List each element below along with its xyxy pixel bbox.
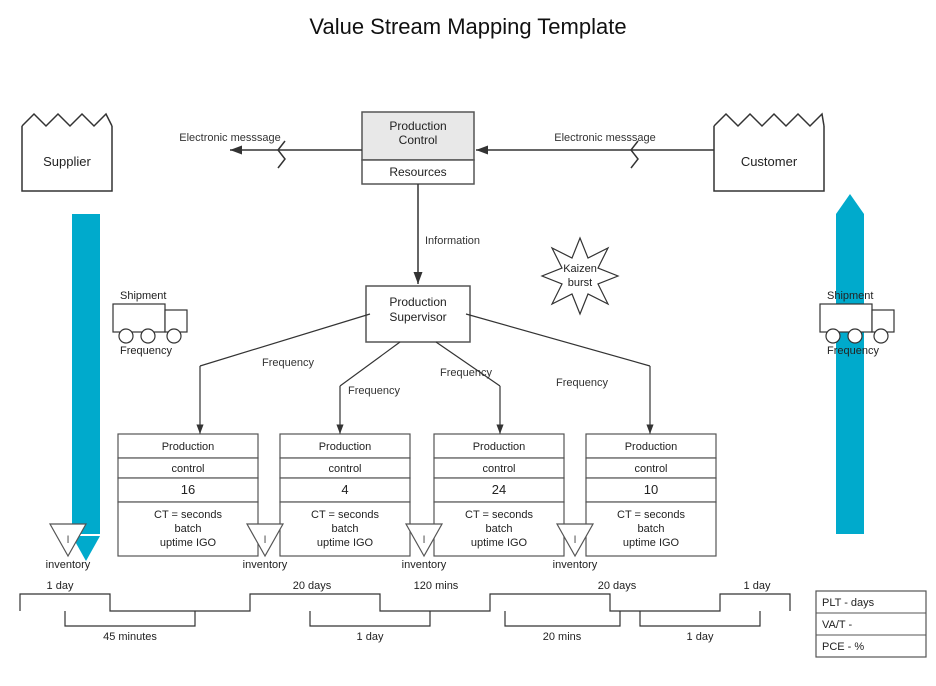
svg-text:Frequency: Frequency bbox=[440, 367, 492, 379]
svg-text:Supervisor: Supervisor bbox=[389, 310, 446, 324]
svg-text:Resources: Resources bbox=[389, 165, 446, 179]
svg-text:24: 24 bbox=[492, 482, 506, 497]
svg-text:control: control bbox=[482, 463, 515, 475]
svg-text:1 day: 1 day bbox=[357, 631, 384, 643]
svg-text:inventory: inventory bbox=[243, 559, 288, 571]
svg-text:I: I bbox=[263, 534, 266, 546]
svg-text:inventory: inventory bbox=[46, 559, 91, 571]
svg-text:uptime IGO: uptime IGO bbox=[471, 537, 528, 549]
svg-text:control: control bbox=[634, 463, 667, 475]
svg-text:Frequency: Frequency bbox=[556, 377, 608, 389]
svg-text:burst: burst bbox=[568, 277, 592, 289]
svg-text:Production: Production bbox=[389, 295, 446, 309]
svg-text:Production: Production bbox=[162, 441, 215, 453]
svg-text:20 days: 20 days bbox=[598, 580, 637, 592]
svg-text:120 mins: 120 mins bbox=[414, 580, 459, 592]
svg-text:Information: Information bbox=[425, 235, 480, 247]
svg-text:Electronic messsage: Electronic messsage bbox=[554, 132, 656, 144]
svg-text:Frequency: Frequency bbox=[348, 385, 400, 397]
svg-text:PCE - %: PCE - % bbox=[822, 641, 864, 653]
svg-text:1 day: 1 day bbox=[744, 580, 771, 592]
svg-text:batch: batch bbox=[638, 523, 665, 535]
svg-text:I: I bbox=[422, 534, 425, 546]
svg-text:CT = seconds: CT = seconds bbox=[311, 509, 379, 521]
svg-text:20 days: 20 days bbox=[293, 580, 332, 592]
svg-text:10: 10 bbox=[644, 482, 658, 497]
svg-text:Electronic messsage: Electronic messsage bbox=[179, 132, 281, 144]
svg-text:control: control bbox=[171, 463, 204, 475]
svg-text:Control: Control bbox=[399, 133, 438, 147]
svg-text:CT = seconds: CT = seconds bbox=[154, 509, 222, 521]
svg-text:Production: Production bbox=[389, 119, 446, 133]
svg-text:Production: Production bbox=[319, 441, 372, 453]
page-title: Value Stream Mapping Template bbox=[0, 0, 936, 46]
svg-text:1 day: 1 day bbox=[47, 580, 74, 592]
svg-text:batch: batch bbox=[332, 523, 359, 535]
svg-text:Supplier: Supplier bbox=[43, 154, 91, 169]
svg-text:CT = seconds: CT = seconds bbox=[465, 509, 533, 521]
svg-text:batch: batch bbox=[175, 523, 202, 535]
svg-text:inventory: inventory bbox=[553, 559, 598, 571]
svg-text:Frequency: Frequency bbox=[262, 357, 314, 369]
svg-text:Production: Production bbox=[625, 441, 678, 453]
svg-text:4: 4 bbox=[341, 482, 348, 497]
svg-text:batch: batch bbox=[486, 523, 513, 535]
svg-text:PLT - days: PLT - days bbox=[822, 597, 875, 609]
svg-text:uptime IGO: uptime IGO bbox=[623, 537, 680, 549]
svg-text:45 minutes: 45 minutes bbox=[103, 631, 157, 643]
svg-text:control: control bbox=[328, 463, 361, 475]
svg-text:VA/T -: VA/T - bbox=[822, 619, 852, 631]
svg-text:Frequency: Frequency bbox=[827, 345, 879, 357]
svg-text:CT = seconds: CT = seconds bbox=[617, 509, 685, 521]
svg-text:Shipment: Shipment bbox=[827, 290, 873, 302]
svg-text:20 mins: 20 mins bbox=[543, 631, 582, 643]
svg-text:I: I bbox=[66, 534, 69, 546]
svg-text:16: 16 bbox=[181, 482, 195, 497]
svg-text:uptime IGO: uptime IGO bbox=[317, 537, 374, 549]
svg-text:I: I bbox=[573, 534, 576, 546]
svg-text:Frequency: Frequency bbox=[120, 345, 172, 357]
svg-text:uptime IGO: uptime IGO bbox=[160, 537, 217, 549]
svg-text:Production: Production bbox=[473, 441, 526, 453]
svg-text:Customer: Customer bbox=[741, 154, 798, 169]
svg-text:Shipment: Shipment bbox=[120, 290, 166, 302]
svg-text:inventory: inventory bbox=[402, 559, 447, 571]
svg-text:1 day: 1 day bbox=[687, 631, 714, 643]
svg-text:Kaizen: Kaizen bbox=[563, 263, 597, 275]
